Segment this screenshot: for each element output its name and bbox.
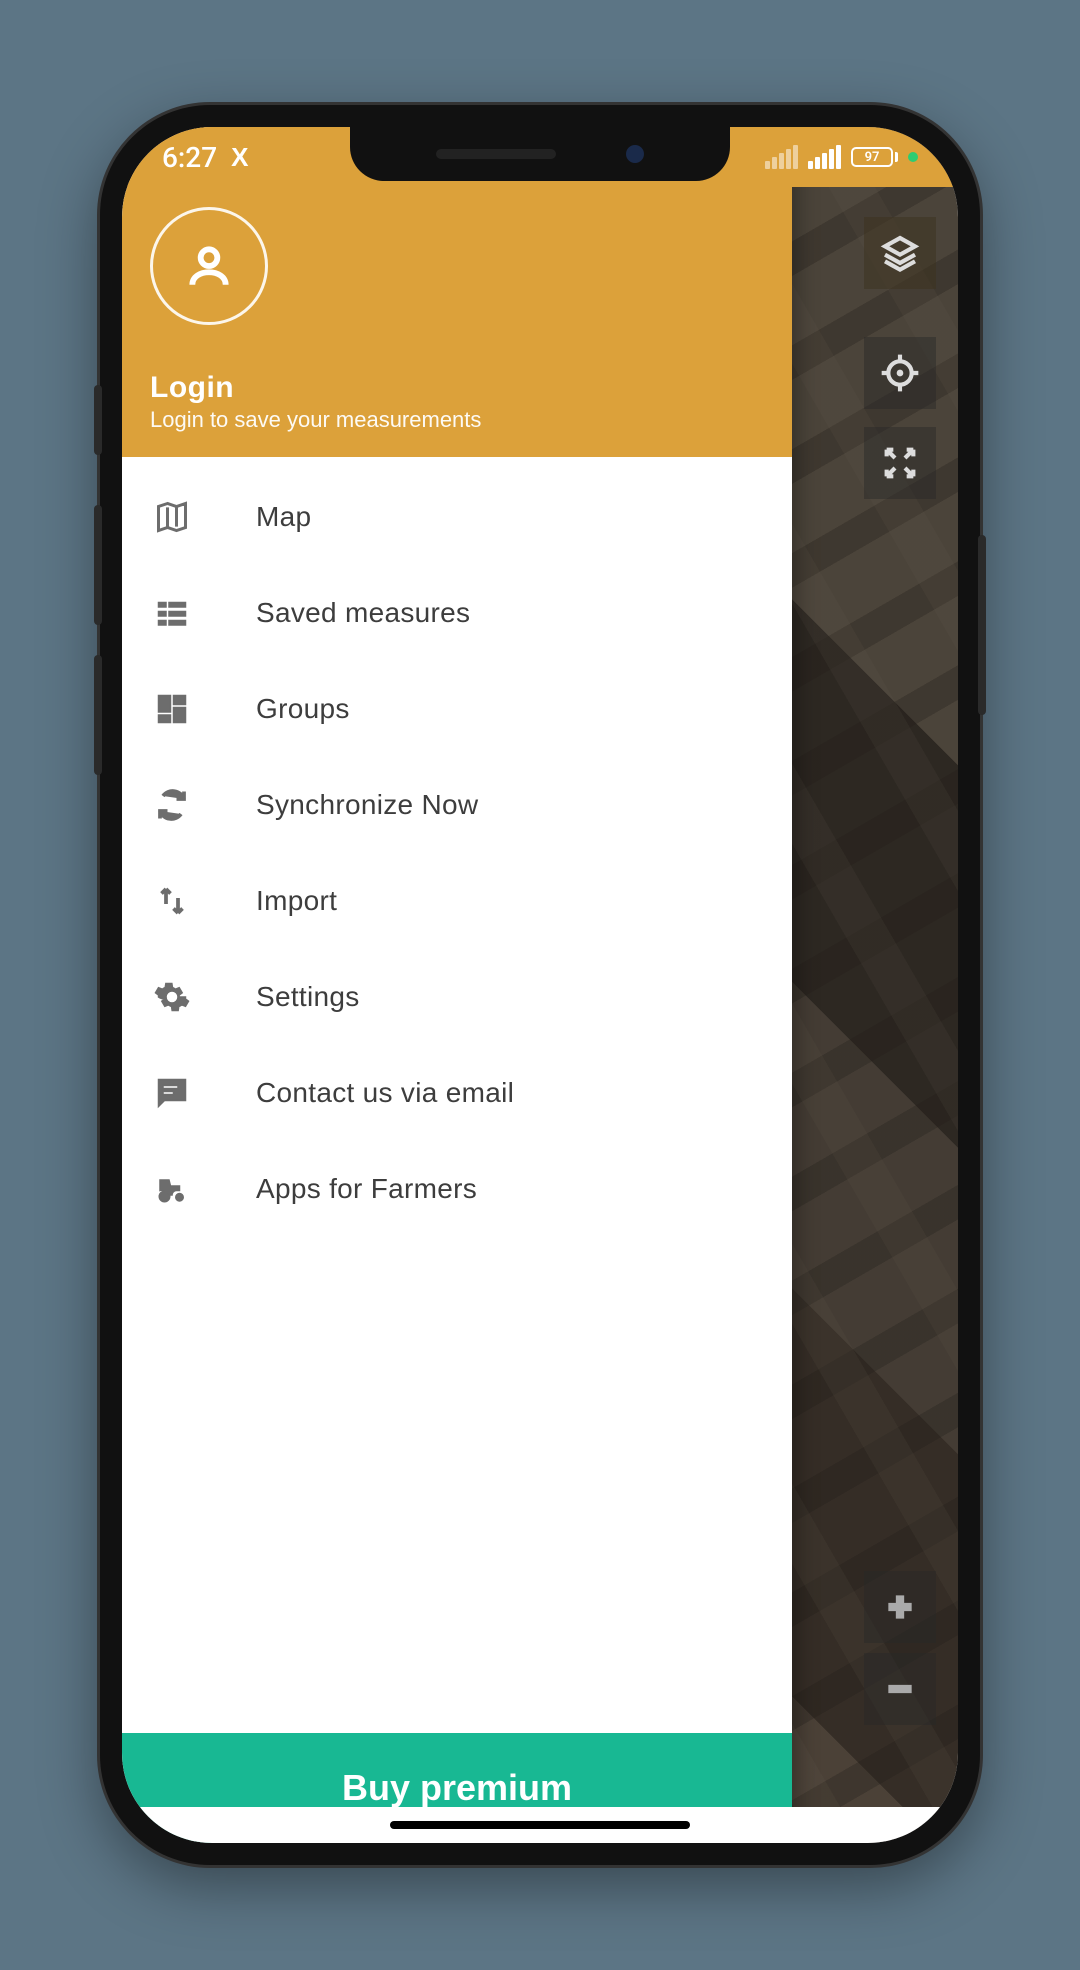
minus-icon: [880, 1669, 920, 1709]
menu-item-label: Import: [256, 885, 337, 917]
menu-item-label: Settings: [256, 981, 360, 1013]
avatar-placeholder[interactable]: [150, 207, 268, 325]
import-icon: [152, 881, 192, 921]
signal-secondary-icon: [765, 145, 798, 169]
menu-item-map[interactable]: Map: [122, 469, 792, 565]
status-time: 6:27: [162, 141, 217, 174]
plus-icon: [880, 1587, 920, 1627]
map-zoom-out-button[interactable]: [864, 1653, 936, 1725]
dashboard-icon: [152, 689, 192, 729]
battery-level: 97: [865, 150, 880, 165]
phone-side-button: [978, 535, 986, 715]
phone-mockup-frame: 6:27 X 97: [100, 105, 980, 1865]
navigation-drawer: Login Login to save your measurements Ma…: [122, 127, 792, 1843]
status-activity-dot: [908, 152, 918, 162]
chat-icon: [152, 1073, 192, 1113]
sync-icon: [152, 785, 192, 825]
menu-item-label: Map: [256, 501, 311, 533]
phone-notch: [350, 127, 730, 181]
expand-icon: [880, 443, 920, 483]
menu-item-label: Synchronize Now: [256, 789, 478, 821]
map-layers-button[interactable]: [864, 217, 936, 289]
signal-primary-icon: [808, 145, 841, 169]
menu-item-label: Saved measures: [256, 597, 470, 629]
person-icon: [184, 241, 234, 291]
menu-item-label: Apps for Farmers: [256, 1173, 477, 1205]
phone-side-button: [94, 505, 102, 625]
menu-item-groups[interactable]: Groups: [122, 661, 792, 757]
list-icon: [152, 593, 192, 633]
home-indicator[interactable]: [390, 1821, 690, 1829]
phone-front-camera: [626, 145, 644, 163]
menu-item-synchronize[interactable]: Synchronize Now: [122, 757, 792, 853]
menu-item-saved-measures[interactable]: Saved measures: [122, 565, 792, 661]
map-zoom-in-button[interactable]: [864, 1571, 936, 1643]
phone-side-button: [94, 655, 102, 775]
gear-icon: [152, 977, 192, 1017]
phone-side-button: [94, 385, 102, 455]
menu-item-settings[interactable]: Settings: [122, 949, 792, 1045]
menu-item-import[interactable]: Import: [122, 853, 792, 949]
menu-item-apps-farmers[interactable]: Apps for Farmers: [122, 1141, 792, 1237]
drawer-subtitle: Login to save your measurements: [150, 407, 764, 433]
buy-premium-label: Buy premium: [342, 1767, 572, 1809]
menu-item-contact-email[interactable]: Contact us via email: [122, 1045, 792, 1141]
login-block[interactable]: Login Login to save your measurements: [150, 371, 764, 433]
phone-speaker: [436, 149, 556, 159]
drawer-title: Login: [150, 371, 764, 405]
menu-item-label: Contact us via email: [256, 1077, 514, 1109]
map-icon: [152, 497, 192, 537]
drawer-menu: Map Saved measures Groups: [122, 457, 792, 1733]
map-locate-button[interactable]: [864, 337, 936, 409]
tractor-icon: [152, 1169, 192, 1209]
crosshair-icon: [880, 353, 920, 393]
battery-indicator: 97: [851, 147, 898, 167]
x-app-icon: X: [231, 142, 248, 173]
menu-item-label: Groups: [256, 693, 350, 725]
device-screen: 6:27 X 97: [122, 127, 958, 1843]
layers-icon: [880, 233, 920, 273]
map-fullscreen-button[interactable]: [864, 427, 936, 499]
